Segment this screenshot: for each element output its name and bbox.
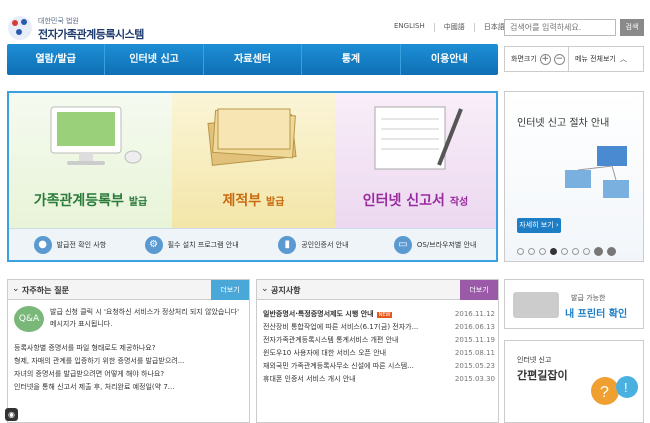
notice-section: ⌄ 공지사항 더보기 일반증명서·특정증명서제도 시행 안내 NEW 2016.11… (256, 279, 499, 423)
faq-header: ⌄ 자주하는 질문 더보기 (8, 280, 249, 300)
carousel-pager (517, 247, 616, 256)
svg-text:!: ! (624, 380, 628, 395)
accessibility-widget-icon[interactable]: ◉ (5, 408, 18, 421)
site-logo[interactable]: 대한민국 법원 전자가족관계등록시스템 (6, 14, 156, 44)
qa-icon: Q&A (14, 306, 44, 332)
quick-link-programs[interactable]: ⚙ 필수 설치 프로그램 안내 (131, 235, 253, 254)
hero-panel-label: 인터넷 신고서 작성 (362, 193, 469, 209)
notice-header: ⌄ 공지사항 더보기 (257, 280, 498, 300)
faq-title: 자주하는 질문 (22, 286, 69, 295)
search-button[interactable]: 검색 (620, 19, 644, 36)
notice-list: 일반증명서·특정증명서제도 시행 안내 NEW 2016.11.12 전산장비 통합… (263, 308, 495, 386)
faq-more-button[interactable]: 더보기 (211, 280, 249, 300)
hero-panel-removed-register[interactable]: 제적부 발급 (172, 93, 335, 228)
svg-text:?: ? (600, 384, 609, 401)
list-item[interactable]: 윈도우10 사용자에 대한 서비스 오픈 안내 2015.08.11 (263, 347, 495, 360)
chevron-up-icon: ︿ (619, 55, 627, 63)
nav-item-issue[interactable]: 열람/발급 (7, 44, 106, 75)
chevron-down-icon: ⌄ (261, 284, 269, 294)
pause-icon[interactable] (594, 247, 603, 256)
new-badge: NEW (376, 312, 393, 318)
notice-title: 공지사항 (271, 286, 301, 295)
notice-more-button[interactable]: 더보기 (460, 280, 498, 300)
carousel-dot[interactable] (572, 248, 579, 255)
carousel-dot[interactable] (539, 248, 546, 255)
gear-icon: ⚙ (144, 235, 163, 254)
faq-list: 등록사항별 증명서를 파일 형태로도 제공하나요? 형제, 자매의 관계를 입증… (14, 342, 246, 394)
zoom-label: 화면크기 (511, 55, 537, 63)
side-banner-report-procedure[interactable]: 인터넷 신고 절차 안내 자세히 보기 › (504, 91, 644, 262)
easy-guide-banner[interactable]: 인터넷 신고 간편길잡이 ? ! (504, 340, 644, 423)
document-stack-icon (207, 108, 297, 166)
guide-banner-line1: 인터넷 신고 (517, 356, 552, 364)
carousel-dot[interactable] (517, 248, 524, 255)
faq-section: ⌄ 자주하는 질문 더보기 Q&A 발급 신청 클릭 시 '요청하신 서비스가 … (7, 279, 250, 423)
faq-featured-text: 발급 신청 클릭 시 '요청하신 서비스가 정상처리 되지 않았습니다' 메시지… (50, 308, 240, 328)
menu-all-button[interactable]: 메뉴 전체보기 ︿ (569, 54, 627, 64)
quick-link-certificate[interactable]: ▮ 공인인증서 안내 (253, 235, 375, 254)
utility-toolbar: 화면크기 + − 메뉴 전체보기 ︿ (504, 46, 644, 72)
nav-item-guide[interactable]: 이용안내 (401, 44, 498, 75)
zoom-in-button[interactable]: + (539, 53, 551, 65)
logo-title: 전자가족관계등록시스템 (38, 28, 144, 41)
quick-link-precheck[interactable]: ● 발급전 확인 사항 (9, 235, 131, 254)
nav-item-statistics[interactable]: 통계 (302, 44, 401, 75)
list-item[interactable]: 전산장비 통합작업에 따른 서비스(6.17(금) 전자가... 2016.06.… (263, 321, 495, 334)
faq-featured[interactable]: Q&A 발급 신청 클릭 시 '요청하신 서비스가 정상처리 되지 않았습니다'… (14, 306, 242, 338)
printer-icon (513, 292, 559, 318)
zoom-out-button[interactable]: − (553, 53, 565, 65)
quick-link-browser[interactable]: ▭ OS/브라우저별 안내 (374, 235, 496, 254)
usb-icon: ▮ (278, 235, 297, 254)
next-icon[interactable] (607, 247, 616, 256)
printer-banner-line1: 발급 가능한 (571, 294, 606, 302)
search-input[interactable] (504, 19, 616, 36)
chevron-down-icon: ⌄ (12, 284, 20, 294)
computer-icon (50, 106, 142, 165)
side-banner-title: 인터넷 신고 절차 안내 (517, 118, 610, 129)
lang-chinese-link[interactable]: 中國語 (435, 22, 474, 32)
question-bubble-icon: ? ! (591, 376, 638, 405)
language-links: ENGLISH 中國語 日本語 (385, 22, 514, 32)
carousel-dot[interactable] (583, 248, 590, 255)
lightbulb-icon: ● (33, 235, 52, 254)
detail-view-button[interactable]: 자세히 보기 › (517, 218, 561, 233)
list-item[interactable]: 일반증명서·특정증명서제도 시행 안내 NEW 2016.11.12 (263, 308, 495, 321)
list-item[interactable]: 인터넷을 통해 신고서 제출 후, 처리완료 예정일(약 7... (14, 381, 246, 394)
monitor-icon: ▭ (393, 235, 412, 254)
list-item[interactable]: 등록사항별 증명서를 파일 형태로도 제공하나요? (14, 342, 246, 355)
hero-banner: 가족관계등록부 발급 제적부 발급 인터넷 신고서 작성 ● 발급전 확인 사항 … (7, 91, 498, 262)
carousel-dot-active[interactable] (550, 248, 557, 255)
menu-all-label: 메뉴 전체보기 (575, 55, 616, 63)
zoom-control: 화면크기 + − (505, 47, 569, 71)
hero-panel-label: 제적부 발급 (222, 193, 285, 209)
nav-item-resources[interactable]: 자료센터 (204, 44, 303, 75)
printer-check-banner[interactable]: 발급 가능한 내 프린터 확인 (504, 279, 644, 329)
logo-subtitle: 대한민국 법원 (38, 17, 79, 25)
hero-panel-label: 가족관계등록부 발급 (33, 193, 148, 209)
carousel-dot[interactable] (561, 248, 568, 255)
main-nav: 열람/발급 인터넷 신고 자료센터 통계 이용안내 (7, 44, 498, 75)
hero-panel-online-report[interactable]: 인터넷 신고서 작성 (335, 93, 496, 228)
list-item[interactable]: 자녀의 증명서를 발급받으려면 어떻게 해야 하나요? (14, 368, 246, 381)
network-computers-icon (565, 146, 629, 198)
hero-panel-family-register[interactable]: 가족관계등록부 발급 (9, 93, 172, 228)
court-emblem-icon (8, 16, 32, 40)
nav-item-internet-report[interactable]: 인터넷 신고 (105, 44, 204, 75)
form-pen-icon (374, 106, 463, 170)
lang-english-link[interactable]: ENGLISH (385, 22, 434, 32)
list-item[interactable]: 휴대폰 인증서 서비스 개시 안내 2015.03.30 (263, 373, 495, 386)
carousel-dot[interactable] (528, 248, 535, 255)
printer-banner-line2: 내 프린터 확인 (565, 309, 628, 320)
list-item[interactable]: 전자가족관계등록시스템 통계서비스 개편 안내 2015.11.19 (263, 334, 495, 347)
list-item[interactable]: 형제, 자매의 관계를 입증하기 위한 증명서를 발급받으려... (14, 355, 246, 368)
guide-banner-line2: 간편길잡이 (517, 369, 568, 382)
quick-links-bar: ● 발급전 확인 사항 ⚙ 필수 설치 프로그램 안내 ▮ 공인인증서 안내 ▭ OS/… (9, 228, 496, 260)
list-item[interactable]: 재외국민 가족관계등록사무소 신설에 따른 시스템... 2015.05.23 (263, 360, 495, 373)
